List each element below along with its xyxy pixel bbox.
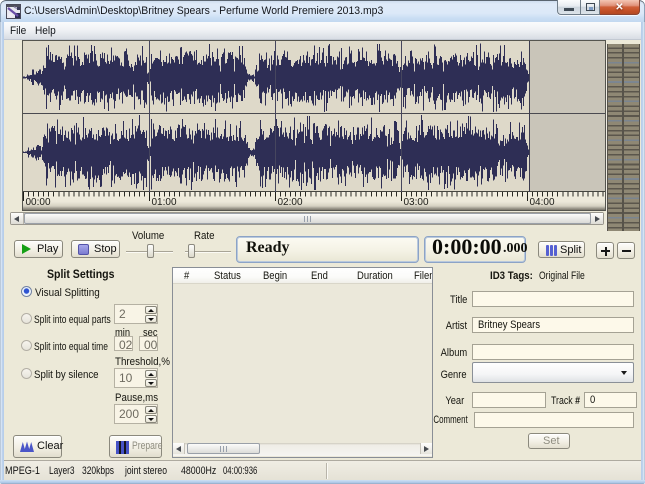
svg-text:00:00: 00:00 <box>26 197 51 208</box>
svg-text:03:00: 03:00 <box>404 197 429 208</box>
svg-text:01:00: 01:00 <box>152 197 177 208</box>
svg-text:04:00: 04:00 <box>530 197 555 208</box>
svg-text:02:00: 02:00 <box>278 197 303 208</box>
